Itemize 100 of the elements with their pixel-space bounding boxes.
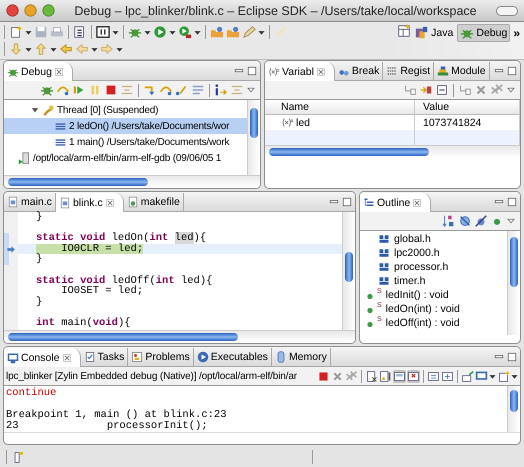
view-tab[interactable]: Executables bbox=[194, 348, 272, 366]
horizontal-scrollbar[interactable] bbox=[4, 330, 355, 343]
step-return-icon[interactable] bbox=[175, 83, 189, 97]
tree-item[interactable]: 2 ledOn() /Users/take/Documents/wor bbox=[4, 118, 247, 134]
new-console-icon[interactable] bbox=[461, 370, 474, 382]
code-line: } bbox=[36, 212, 42, 223]
view-menu-icon[interactable] bbox=[506, 216, 516, 226]
view-tab[interactable]: Variabl bbox=[265, 62, 335, 81]
toolbar-toggle-button[interactable] bbox=[496, 6, 518, 16]
vertical-scrollbar[interactable] bbox=[507, 231, 520, 335]
close-icon[interactable] bbox=[62, 352, 72, 362]
outline-item[interactable]: global.h bbox=[360, 232, 507, 246]
close-icon[interactable] bbox=[316, 66, 326, 76]
expand-triangle-icon[interactable] bbox=[30, 105, 40, 115]
remove-icon[interactable] bbox=[474, 83, 488, 97]
code-line: static void ledOn(int led){ bbox=[36, 233, 206, 244]
view-tab[interactable]: Problems bbox=[128, 348, 194, 366]
clear-console-icon[interactable] bbox=[365, 370, 378, 382]
outline-item[interactable]: timer.h bbox=[360, 274, 507, 288]
horizontal-scrollbar[interactable] bbox=[4, 175, 260, 188]
code-line: IO0SET = led; bbox=[60, 286, 144, 297]
outline-item[interactable]: $^{S}$ ledOff(int) : void bbox=[360, 316, 507, 330]
view-menu-icon[interactable] bbox=[506, 85, 516, 95]
view-tab[interactable]: Module bbox=[434, 62, 490, 80]
problems-icon bbox=[131, 351, 144, 363]
view-tab[interactable]: Memory bbox=[272, 348, 331, 366]
build-icon[interactable] bbox=[73, 24, 87, 39]
tree-item[interactable]: Thread [0] (Suspended) bbox=[4, 102, 247, 118]
word-wrap-icon[interactable] bbox=[441, 370, 454, 382]
c-file-icon bbox=[7, 196, 19, 208]
perspective-button[interactable]: Debug bbox=[457, 24, 510, 42]
view-tab[interactable]: blink.c bbox=[56, 193, 124, 212]
column-header[interactable]: Name bbox=[265, 100, 415, 115]
console-input-line: continue bbox=[6, 388, 58, 399]
overflow-chevron[interactable]: » bbox=[511, 24, 522, 42]
perspective-button[interactable]: Java bbox=[412, 24, 456, 42]
vertical-scrollbar[interactable] bbox=[342, 212, 355, 330]
outline-item[interactable]: lpc2000.h bbox=[360, 246, 507, 260]
show-type-names-icon[interactable] bbox=[403, 83, 417, 97]
open-perspective-icon[interactable] bbox=[397, 24, 412, 38]
view-tab[interactable]: Console bbox=[4, 348, 81, 367]
sort-icon[interactable] bbox=[442, 214, 456, 228]
maximize-icon[interactable] bbox=[246, 64, 258, 76]
maximize-icon[interactable] bbox=[506, 350, 518, 362]
display-console-icon[interactable] bbox=[475, 370, 488, 382]
close-icon[interactable] bbox=[54, 66, 64, 76]
thread-icon bbox=[42, 104, 55, 116]
include-icon bbox=[378, 261, 390, 273]
terminal-icon[interactable] bbox=[96, 24, 110, 39]
hide-static-icon[interactable] bbox=[474, 214, 488, 228]
remove-launch-icon[interactable] bbox=[331, 370, 344, 382]
view-menu-icon[interactable] bbox=[246, 85, 256, 95]
view-tab[interactable]: makefile bbox=[124, 193, 184, 211]
view-tab[interactable]: Regist bbox=[383, 62, 434, 80]
include-icon bbox=[378, 233, 390, 245]
minimize-window-button[interactable] bbox=[24, 4, 37, 17]
close-window-button[interactable] bbox=[6, 4, 19, 17]
maximize-icon[interactable] bbox=[506, 196, 518, 208]
scroll-lock-icon[interactable] bbox=[379, 370, 392, 382]
run-icon[interactable] bbox=[153, 24, 167, 39]
makefile-icon bbox=[126, 196, 139, 208]
maximize-icon[interactable] bbox=[506, 64, 518, 76]
new-file-icon[interactable] bbox=[9, 24, 23, 39]
pin-console-icon[interactable] bbox=[427, 370, 440, 382]
outline-item[interactable]: $^{S}$ ledInit() : void bbox=[360, 288, 507, 302]
tree-item[interactable]: /opt/local/arm-elf/bin/arm-elf-gdb (09/06/05 1 bbox=[4, 150, 247, 166]
code-line: static void ledOff(int led){ bbox=[36, 276, 212, 286]
maximize-icon[interactable] bbox=[341, 196, 353, 208]
code-line: } bbox=[36, 296, 42, 308]
add-watch-icon[interactable] bbox=[458, 83, 472, 97]
tree-item[interactable]: 1 main() /Users/take/Documents/work bbox=[4, 134, 247, 150]
horizontal-scrollbar[interactable] bbox=[265, 145, 520, 158]
outline-icon bbox=[363, 196, 375, 208]
external-tool-icon[interactable] bbox=[178, 24, 192, 39]
variable-icon bbox=[268, 66, 280, 78]
view-tab[interactable]: Tasks bbox=[80, 348, 128, 366]
view-tab[interactable]: Outline bbox=[360, 193, 432, 212]
collapse-all-icon[interactable] bbox=[435, 83, 449, 97]
outline-item[interactable]: processor.h bbox=[360, 260, 507, 274]
stderr-toggle-icon[interactable] bbox=[407, 370, 420, 382]
view-tab[interactable]: main.c bbox=[4, 193, 56, 211]
open-console-icon[interactable] bbox=[497, 370, 510, 382]
launch-label: lpc_blinker [Zylin Embedded debug (Native)] /opt/local/arm-elf/bin/ar bbox=[6, 370, 297, 382]
zoom-window-button[interactable] bbox=[42, 4, 55, 17]
vertical-scrollbar[interactable] bbox=[507, 386, 520, 432]
outline-item[interactable]: $^{S}$ ledOn(int) : void bbox=[360, 302, 507, 316]
folder-icon[interactable] bbox=[226, 24, 240, 39]
column-header[interactable]: Value bbox=[415, 100, 520, 115]
hide-fields-icon[interactable] bbox=[458, 214, 472, 228]
stdout-toggle-icon[interactable] bbox=[393, 370, 406, 382]
close-icon[interactable] bbox=[412, 198, 422, 208]
view-tab[interactable]: Debug bbox=[4, 62, 73, 81]
terminate-icon[interactable] bbox=[317, 370, 330, 382]
folder-icon[interactable] bbox=[210, 24, 224, 39]
vertical-scrollbar[interactable] bbox=[247, 100, 260, 175]
close-icon[interactable] bbox=[104, 198, 115, 208]
view-tab[interactable]: Break bbox=[334, 62, 384, 80]
play-icon bbox=[196, 351, 209, 363]
instruction-step-icon[interactable] bbox=[214, 83, 228, 97]
terminate-icon[interactable] bbox=[104, 83, 118, 97]
